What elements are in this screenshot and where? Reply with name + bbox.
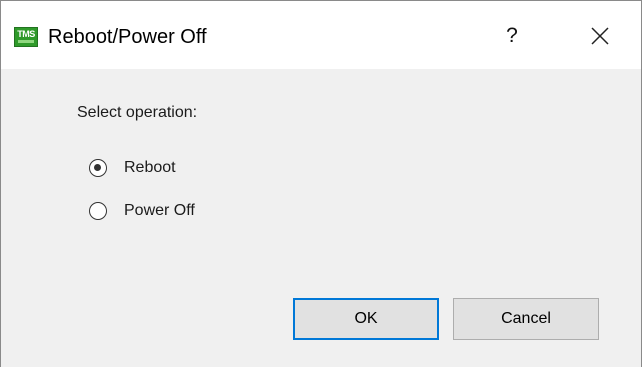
- app-icon-strip: [18, 40, 34, 43]
- title-bar[interactable]: TMS Reboot/Power Off ?: [1, 1, 641, 69]
- app-icon-label: TMS: [17, 29, 35, 39]
- reboot-power-off-dialog: TMS Reboot/Power Off ? Select operation:…: [0, 0, 642, 367]
- close-button[interactable]: [578, 16, 624, 56]
- ok-button[interactable]: OK: [293, 298, 439, 340]
- operation-prompt: Select operation:: [77, 104, 198, 121]
- cancel-button[interactable]: Cancel: [453, 298, 599, 340]
- power-off-radio-label[interactable]: Power Off: [124, 201, 195, 221]
- reboot-radio-label[interactable]: Reboot: [124, 158, 176, 178]
- power-off-radio-button[interactable]: [89, 202, 107, 220]
- power-off-radio-option[interactable]: Power Off: [89, 199, 279, 223]
- radio-selected-dot: [94, 164, 101, 171]
- close-icon: [591, 27, 609, 45]
- reboot-radio-option[interactable]: Reboot: [89, 156, 279, 180]
- dialog-title: Reboot/Power Off: [48, 26, 207, 48]
- dialog-content: Select operation: Reboot Power Off OK Ca…: [1, 69, 641, 367]
- help-button[interactable]: ?: [489, 17, 535, 55]
- app-icon: TMS: [14, 27, 38, 47]
- reboot-radio-button[interactable]: [89, 159, 107, 177]
